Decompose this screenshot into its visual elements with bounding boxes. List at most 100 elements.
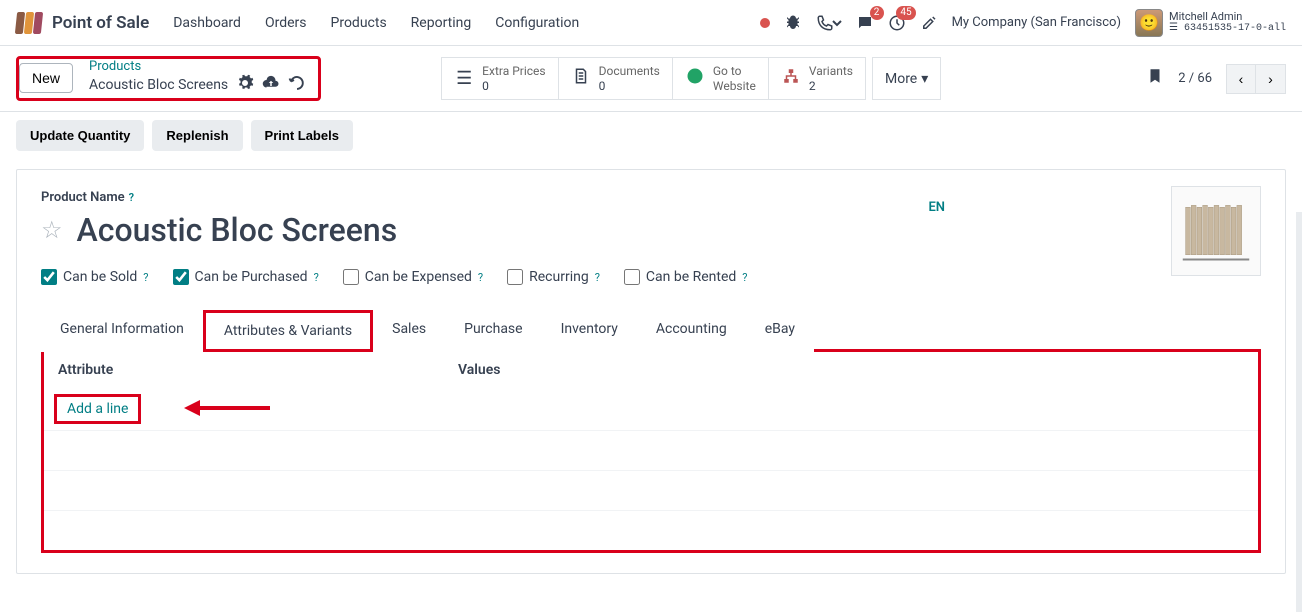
stat-value: 0 <box>482 79 545 93</box>
document-icon <box>571 67 591 90</box>
recording-dot-icon[interactable] <box>760 18 770 28</box>
col-attribute: Attribute <box>58 362 458 378</box>
pager-buttons: ‹ › <box>1226 64 1286 94</box>
product-name-label: Product Name ? <box>41 190 1261 205</box>
bug-icon[interactable] <box>784 14 802 32</box>
bookmark-icon[interactable] <box>1146 67 1164 90</box>
chat-icon[interactable]: 2 <box>856 14 874 32</box>
avatar: 🙂 <box>1135 9 1163 37</box>
product-options: Can be Sold? Can be Purchased? Can be Ex… <box>41 269 1261 285</box>
language-badge[interactable]: EN <box>928 200 945 215</box>
pager-text[interactable]: 2 / 66 <box>1178 71 1212 86</box>
replenish-button[interactable]: Replenish <box>152 120 242 151</box>
systray: 2 45 My Company (San Francisco) 🙂 Mitche… <box>760 9 1286 37</box>
stat-label: Go to <box>713 64 756 78</box>
product-title[interactable]: Acoustic Bloc Screens <box>77 211 398 249</box>
tab-inventory[interactable]: Inventory <box>542 310 637 352</box>
breadcrumb-parent[interactable]: Products <box>89 59 306 74</box>
can-be-purchased-checkbox[interactable]: Can be Purchased? <box>173 269 319 285</box>
app-name[interactable]: Point of Sale <box>52 13 149 33</box>
list-icon: ☰ <box>454 68 474 89</box>
table-row[interactable] <box>44 510 1258 550</box>
body-area: Update Quantity Replenish Print Labels P… <box>0 112 1302 574</box>
help-icon[interactable]: ? <box>314 271 319 284</box>
favorite-star-icon[interactable]: ☆ <box>41 216 63 244</box>
activity-clock-icon[interactable]: 45 <box>888 14 906 32</box>
update-quantity-button[interactable]: Update Quantity <box>16 120 144 151</box>
product-image[interactable] <box>1171 186 1261 276</box>
cp-right: 2 / 66 ‹ › <box>1146 64 1286 94</box>
tab-sales[interactable]: Sales <box>373 310 445 352</box>
company-switcher[interactable]: My Company (San Francisco) <box>952 15 1121 30</box>
pager-prev[interactable]: ‹ <box>1226 64 1256 94</box>
sitemap-icon <box>781 67 801 90</box>
undo-icon[interactable] <box>288 74 306 96</box>
stat-documents[interactable]: Documents0 <box>559 57 673 100</box>
new-button[interactable]: New <box>19 63 73 93</box>
app-logo-icon[interactable] <box>16 12 42 34</box>
breadcrumb-highlight: New Products Acoustic Bloc Screens <box>16 56 321 101</box>
stat-label: Documents <box>599 64 660 78</box>
help-icon[interactable]: ? <box>478 271 483 284</box>
annotation-arrow <box>184 400 270 416</box>
recurring-checkbox[interactable]: Recurring? <box>507 269 600 285</box>
action-bar: Update Quantity Replenish Print Labels <box>0 112 1302 159</box>
nav-reporting[interactable]: Reporting <box>411 15 472 31</box>
nav-menu: Dashboard Orders Products Reporting Conf… <box>173 15 579 31</box>
tab-attributes-variants[interactable]: Attributes & Variants <box>203 310 373 352</box>
tools-icon[interactable] <box>920 14 938 32</box>
scrollbar[interactable] <box>1296 212 1302 612</box>
tabs: General Information Attributes & Variant… <box>41 309 1261 352</box>
print-labels-button[interactable]: Print Labels <box>251 120 353 151</box>
gear-icon[interactable] <box>236 74 254 96</box>
more-button[interactable]: More ▾ <box>872 57 941 100</box>
chat-badge: 2 <box>870 6 884 20</box>
stat-variants[interactable]: Variants2 <box>769 57 866 100</box>
stat-label: Extra Prices <box>482 64 545 78</box>
stat-label: Variants <box>809 64 853 78</box>
nav-products[interactable]: Products <box>331 15 387 31</box>
cloud-upload-icon[interactable] <box>262 74 280 96</box>
stat-buttons: ☰ Extra Prices0 Documents0 Go toWebsite … <box>441 57 941 100</box>
table-row[interactable] <box>44 470 1258 510</box>
nav-orders[interactable]: Orders <box>265 15 307 31</box>
stat-value: 0 <box>599 79 660 93</box>
nav-configuration[interactable]: Configuration <box>495 15 579 31</box>
user-text: Mitchell Admin ☰ 63451535-17-0-all <box>1169 10 1286 35</box>
help-icon[interactable]: ? <box>143 271 148 284</box>
control-panel: New Products Acoustic Bloc Screens <box>0 46 1302 112</box>
stat-goto-website[interactable]: Go toWebsite <box>673 57 769 100</box>
top-nav: Point of Sale Dashboard Orders Products … <box>0 0 1302 46</box>
breadcrumb: Products Acoustic Bloc Screens <box>81 59 314 96</box>
globe-icon <box>685 67 705 90</box>
col-values: Values <box>458 362 500 378</box>
can-be-rented-checkbox[interactable]: Can be Rented? <box>624 269 748 285</box>
can-be-sold-checkbox[interactable]: Can be Sold? <box>41 269 149 285</box>
breadcrumb-current: Acoustic Bloc Screens <box>89 77 228 93</box>
table-row[interactable] <box>44 430 1258 470</box>
tab-accounting[interactable]: Accounting <box>637 310 746 352</box>
stat-extra-prices[interactable]: ☰ Extra Prices0 <box>441 57 558 100</box>
stat-value: 2 <box>809 79 853 93</box>
add-a-line-button[interactable]: Add a line <box>54 394 141 424</box>
tab-general-info[interactable]: General Information <box>41 310 203 352</box>
user-name: Mitchell Admin <box>1169 10 1286 23</box>
help-icon[interactable]: ? <box>742 271 747 284</box>
activity-badge: 45 <box>896 6 915 20</box>
help-icon[interactable]: ? <box>595 271 600 284</box>
can-be-expensed-checkbox[interactable]: Can be Expensed? <box>343 269 483 285</box>
user-menu[interactable]: 🙂 Mitchell Admin ☰ 63451535-17-0-all <box>1135 9 1286 37</box>
help-icon[interactable]: ? <box>129 191 134 204</box>
stat-label: Website <box>713 79 756 93</box>
nav-dashboard[interactable]: Dashboard <box>173 15 241 31</box>
phone-icon[interactable] <box>816 14 842 32</box>
pager-next[interactable]: › <box>1256 64 1286 94</box>
tab-ebay[interactable]: eBay <box>746 310 814 352</box>
form-sheet: Product Name ? ☆ Acoustic Bloc Screens E… <box>16 169 1286 574</box>
tab-purchase[interactable]: Purchase <box>445 310 541 352</box>
more-label: More <box>885 71 917 87</box>
variants-table-highlight: Attribute Values Add a line <box>41 349 1261 553</box>
db-name: 63451535-17-0-all <box>1184 23 1286 34</box>
caret-down-icon: ▾ <box>921 71 928 87</box>
database-icon: ☰ <box>1169 23 1184 34</box>
